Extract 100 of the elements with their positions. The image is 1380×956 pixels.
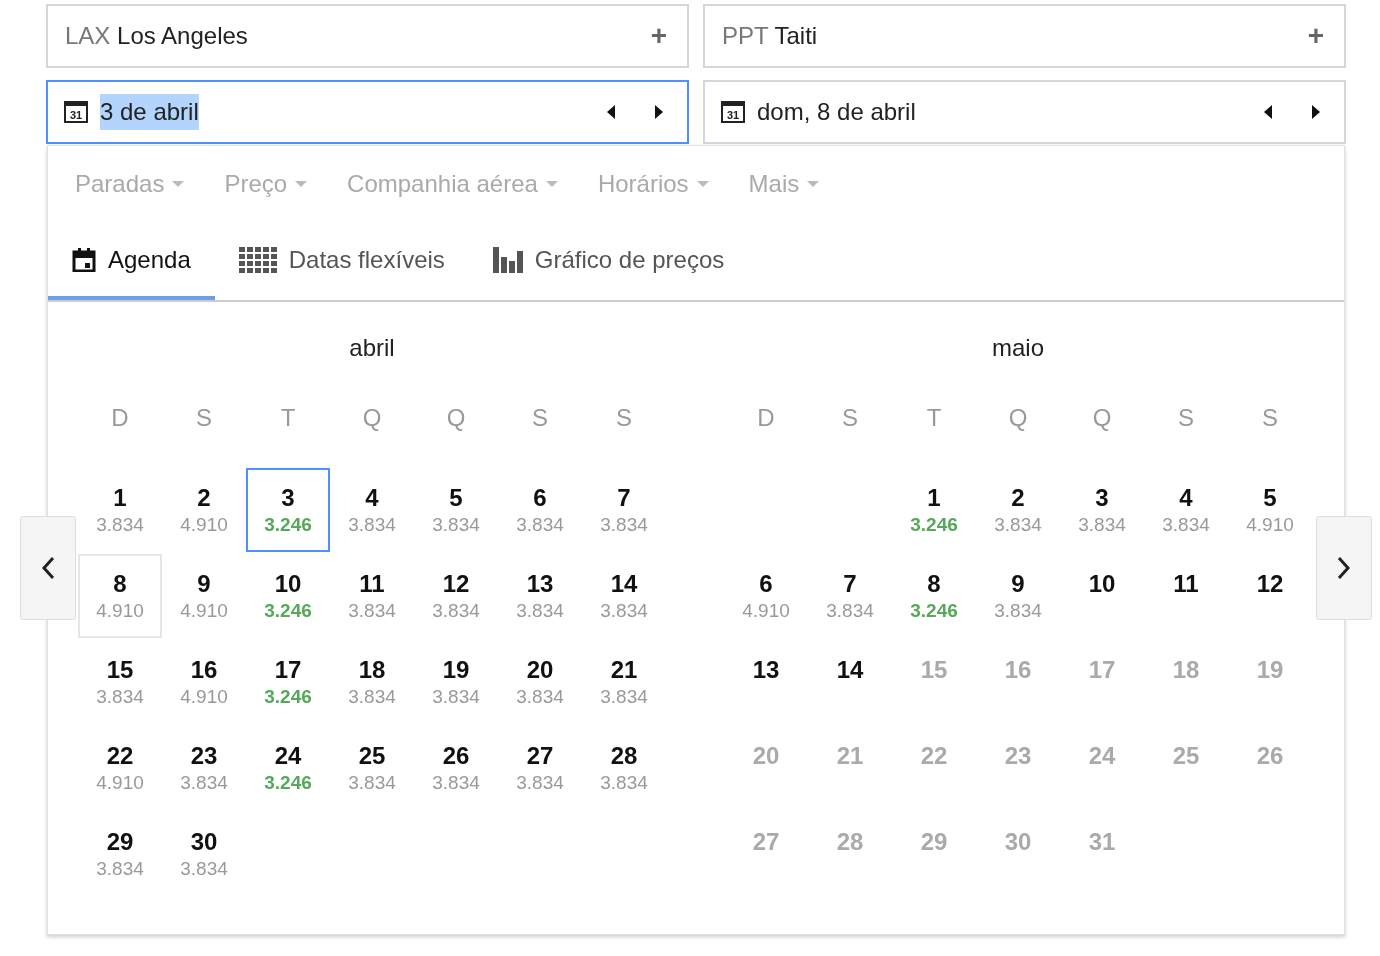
calendar-day[interactable]: 16 4.910 [162, 640, 246, 724]
calendar-day: 25 [1144, 726, 1228, 810]
calendar-day[interactable]: 5 3.834 [414, 468, 498, 552]
weekday-label: S [616, 403, 632, 433]
calendar-day[interactable]: 19 3.834 [414, 640, 498, 724]
calendar-day[interactable]: 20 3.834 [498, 640, 582, 724]
calendar-day[interactable]: 10 3.246 [246, 554, 330, 638]
calendar-day[interactable]: 13 3.834 [498, 554, 582, 638]
month-title: maio [992, 334, 1044, 361]
calendar-day[interactable]: 11 3.834 [330, 554, 414, 638]
weekday-label: S [532, 403, 548, 433]
calendar-day[interactable]: 5 4.910 [1228, 468, 1312, 552]
calendar-day[interactable]: 10 [1060, 554, 1144, 638]
calendar-day: 17 [1060, 640, 1144, 724]
calendar-day[interactable]: 3 3.834 [1060, 468, 1144, 552]
calendar-day[interactable]: 22 4.910 [78, 726, 162, 810]
calendar-day[interactable]: 2 4.910 [162, 468, 246, 552]
chevron-left-icon [41, 556, 55, 580]
calendar-day: 26 [1228, 726, 1312, 810]
calendar-day[interactable]: 12 [1228, 554, 1312, 638]
calendar-day[interactable]: 9 3.834 [976, 554, 1060, 638]
calendar-day: 18 [1144, 640, 1228, 724]
destination-field[interactable]: PPT Taiti + [703, 4, 1346, 68]
calendar-day: 29 [892, 812, 976, 896]
weekday-label: T [926, 403, 942, 433]
dropdown-caret-icon [696, 181, 709, 187]
dropdown-caret-icon [807, 181, 820, 187]
weekday-label: Q [1008, 403, 1028, 433]
calendar-day[interactable]: 3 3.246 [246, 468, 330, 552]
calendar-day: 24 [1060, 726, 1144, 810]
previous-date-icon[interactable] [1264, 105, 1272, 119]
calendar-day: 21 [808, 726, 892, 810]
calendar-day[interactable]: 27 3.834 [498, 726, 582, 810]
weekday-label: D [111, 403, 129, 433]
origin-field[interactable]: LAX Los Angeles + [46, 4, 689, 68]
calendar-day: 15 [892, 640, 976, 724]
calendar-day[interactable]: 24 3.246 [246, 726, 330, 810]
view-tab[interactable]: Gráfico de preços [468, 224, 749, 300]
calendar-day[interactable]: 26 3.834 [414, 726, 498, 810]
add-button[interactable]: + [650, 22, 667, 50]
calendar-icon: 31 [64, 101, 88, 123]
calendar-day[interactable]: 17 3.246 [246, 640, 330, 724]
add-button[interactable]: + [1307, 22, 1324, 50]
calendar-day[interactable]: 18 3.834 [330, 640, 414, 724]
calendar-day[interactable]: 23 3.834 [162, 726, 246, 810]
calendar-day[interactable]: 1 3.246 [892, 468, 976, 552]
calendar-day: 27 [724, 812, 808, 896]
weekday-label: S [196, 403, 212, 433]
grid-icon [238, 247, 277, 273]
calendar-day: 19 [1228, 640, 1312, 724]
chevron-right-icon [1337, 556, 1351, 580]
calendar-day[interactable]: 8 3.246 [892, 554, 976, 638]
calendar-day[interactable]: 8 4.910 [78, 554, 162, 638]
calendar-day[interactable]: 9 4.910 [162, 554, 246, 638]
calendar-day: 23 [976, 726, 1060, 810]
dropdown-caret-icon [295, 181, 308, 187]
weekday-label: D [757, 403, 775, 433]
calendar-day: 31 [1060, 812, 1144, 896]
calendar-day: 16 [976, 640, 1060, 724]
month-title: abril [349, 334, 395, 361]
weekday-label: Q [362, 403, 382, 433]
previous-date-icon[interactable] [607, 105, 615, 119]
next-date-icon[interactable] [1312, 105, 1320, 119]
calendar-day[interactable]: 29 3.834 [78, 812, 162, 896]
weekday-label: S [1262, 403, 1278, 433]
calendar-day[interactable]: 25 3.834 [330, 726, 414, 810]
calendar-day[interactable]: 11 [1144, 554, 1228, 638]
calendar-day[interactable]: 6 3.834 [498, 468, 582, 552]
calendar-day[interactable]: 7 3.834 [582, 468, 666, 552]
calendar-day[interactable]: 30 3.834 [162, 812, 246, 896]
calendar-day[interactable]: 14 [808, 640, 892, 724]
bar-chart-icon [492, 247, 523, 273]
calendar-day[interactable]: 6 4.910 [724, 554, 808, 638]
departure-date-field[interactable]: 31 3 de abril [46, 80, 689, 144]
view-tab[interactable]: Agenda [48, 224, 215, 300]
dropdown-caret-icon [172, 181, 185, 187]
calendar-day[interactable]: 14 3.834 [582, 554, 666, 638]
calendar-day[interactable]: 13 [724, 640, 808, 724]
weekday-label: S [1178, 403, 1194, 433]
calendar-day: 20 [724, 726, 808, 810]
calendar-day: 28 [808, 812, 892, 896]
calendar-day[interactable]: 15 3.834 [78, 640, 162, 724]
weekday-label: S [842, 403, 858, 433]
weekday-label: Q [446, 403, 466, 433]
calendar-icon: 31 [721, 101, 745, 123]
calendar-day[interactable]: 28 3.834 [582, 726, 666, 810]
calendar-day[interactable]: 4 3.834 [1144, 468, 1228, 552]
calendar-day[interactable]: 1 3.834 [78, 468, 162, 552]
calendar-day: 30 [976, 812, 1060, 896]
weekday-label: Q [1092, 403, 1112, 433]
calendar-day[interactable]: 12 3.834 [414, 554, 498, 638]
return-date-field[interactable]: 31 dom, 8 de abril [703, 80, 1346, 144]
calendar-day[interactable]: 21 3.834 [582, 640, 666, 724]
calendar-day[interactable]: 4 3.834 [330, 468, 414, 552]
calendar-day[interactable]: 7 3.834 [808, 554, 892, 638]
calendar-day: 22 [892, 726, 976, 810]
calendar-icon [72, 248, 96, 272]
view-tab[interactable]: Datas flexíveis [214, 224, 469, 300]
calendar-day[interactable]: 2 3.834 [976, 468, 1060, 552]
next-date-icon[interactable] [655, 105, 663, 119]
